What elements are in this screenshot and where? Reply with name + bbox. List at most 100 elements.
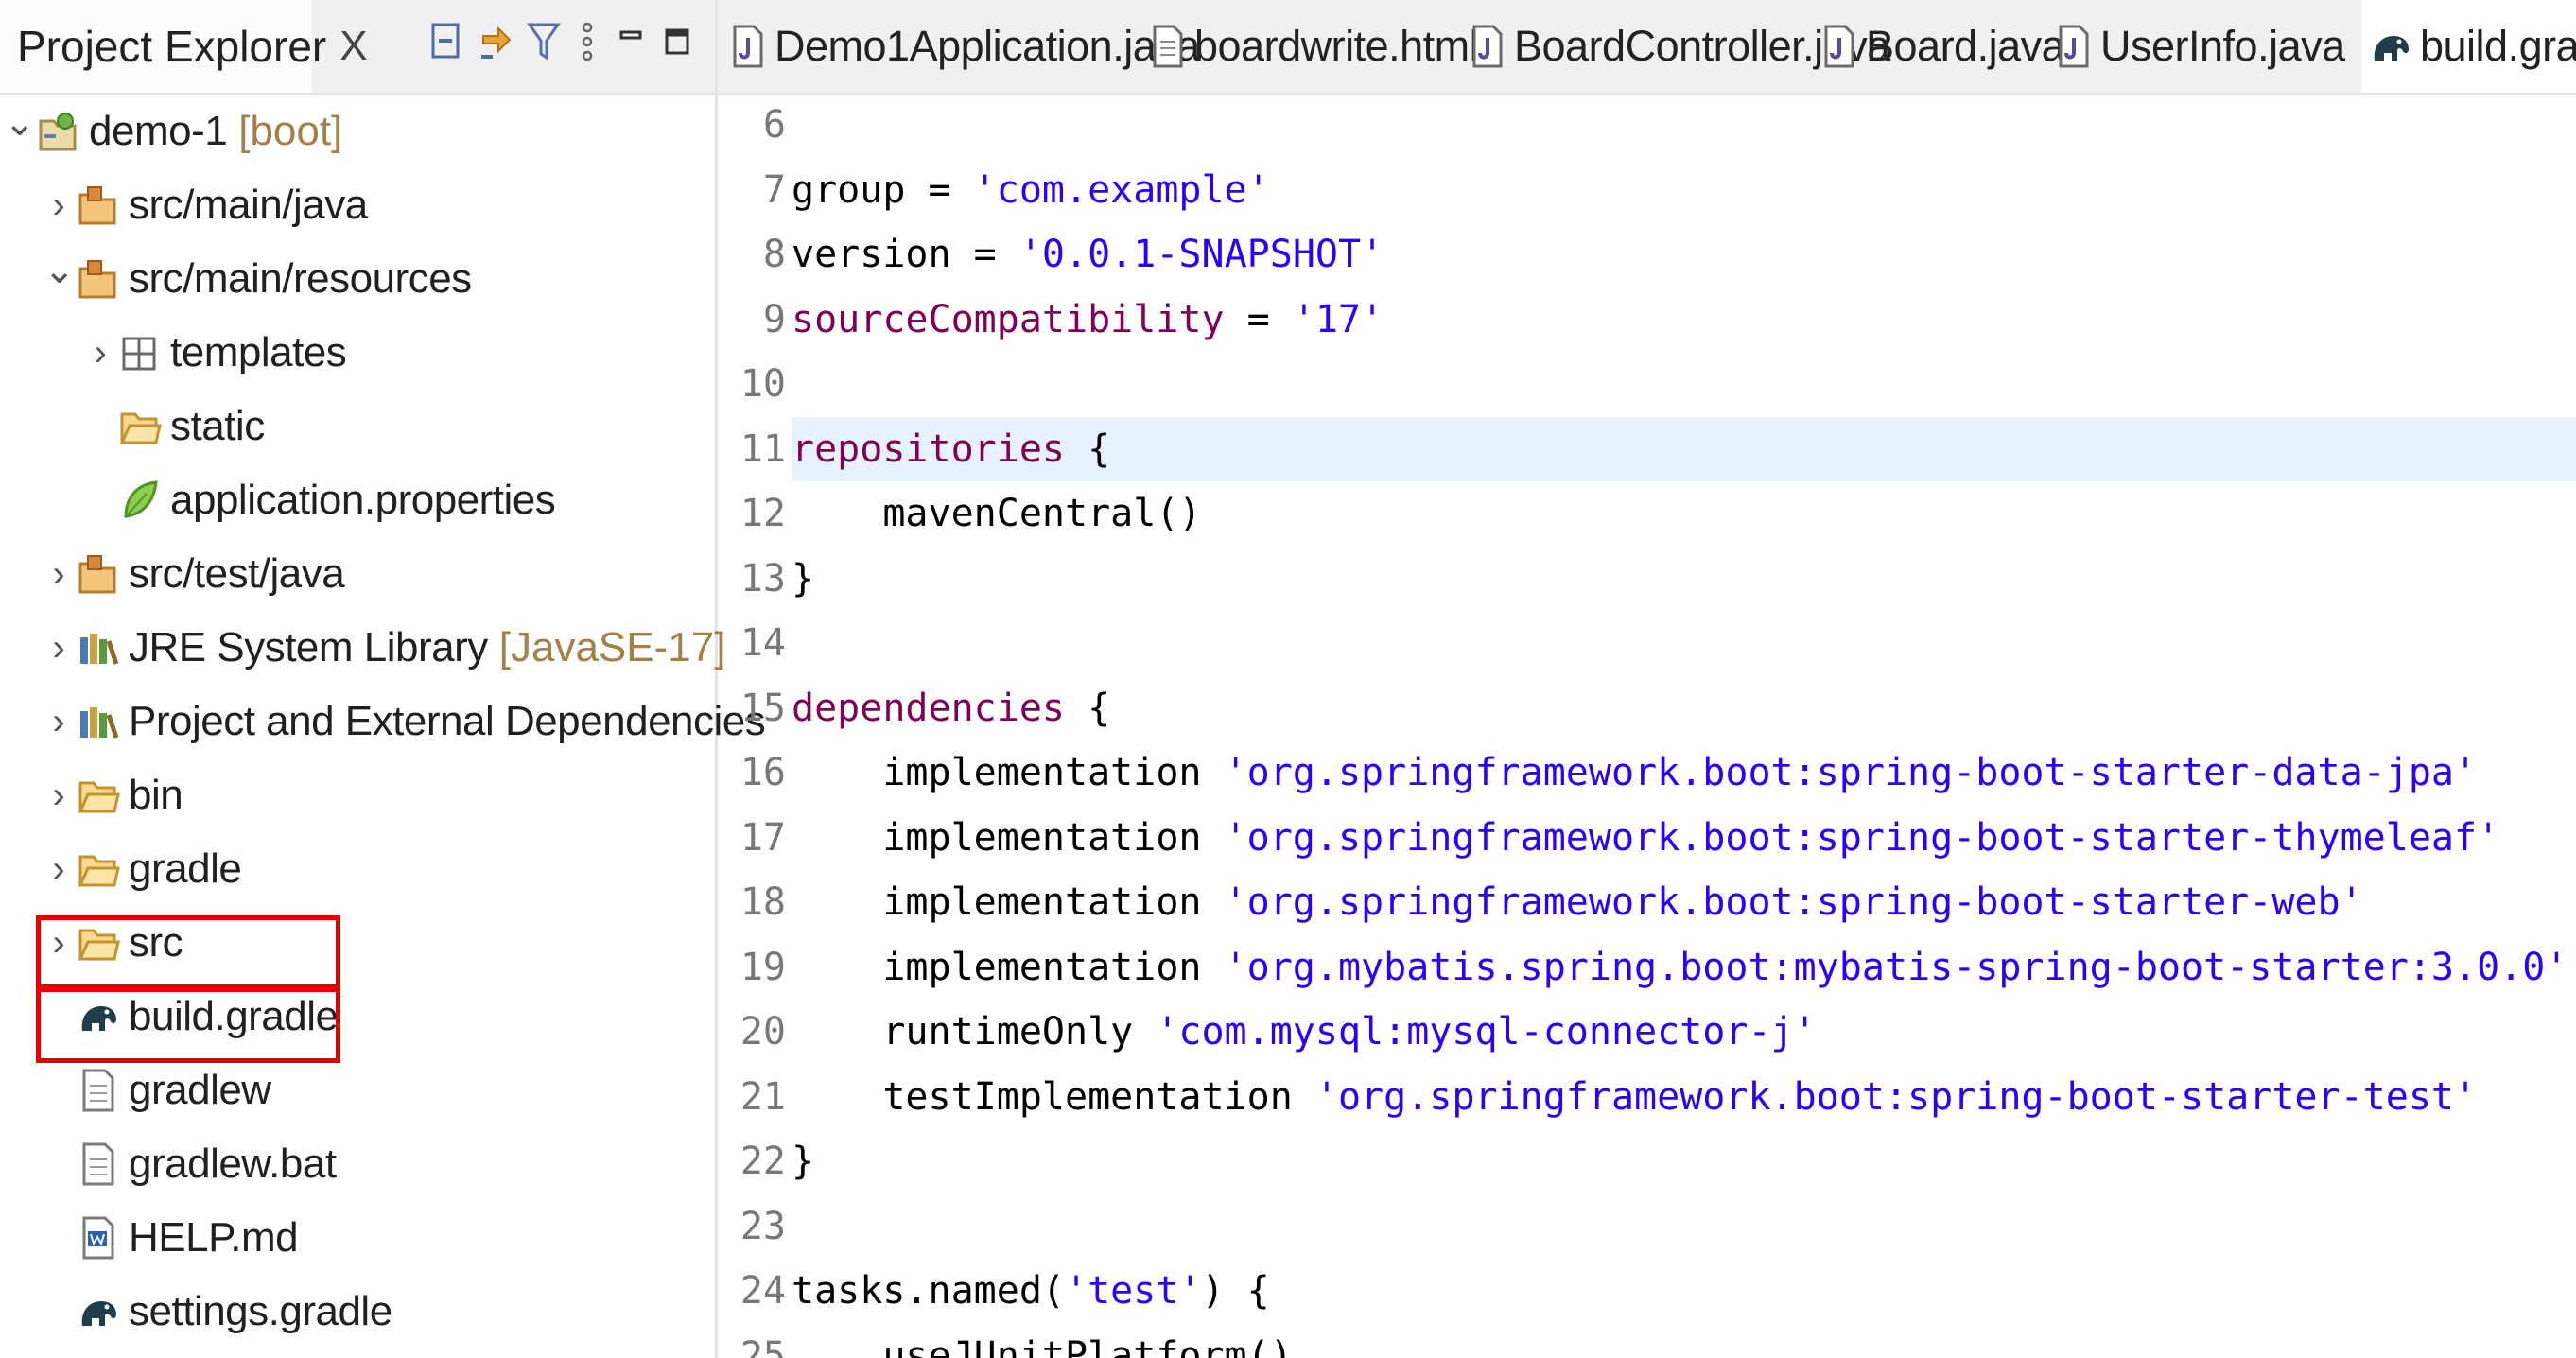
- tree-item[interactable]: HELP.md: [44, 1201, 299, 1275]
- code-line[interactable]: 8 version = '0.0.1-SNAPSHOT': [718, 222, 1384, 287]
- code-text: implementation: [792, 945, 1225, 989]
- code-editor[interactable]: 6 7 group = 'com.example' 8 version = '0.0.1…: [718, 93, 2576, 1358]
- minimize-icon[interactable]: [613, 13, 649, 70]
- properties-leaf-icon: [115, 474, 165, 527]
- line-number: 7: [762, 167, 786, 212]
- chevron-right-icon[interactable]: ›: [44, 553, 74, 596]
- editor-tab[interactable]: Demo1Application.java: [722, 0, 1200, 93]
- java-file-icon: [2055, 23, 2093, 70]
- java-file-icon: [1820, 23, 1858, 70]
- code-line[interactable]: 10: [718, 352, 792, 416]
- code-string: 'org.springframework.boot:spring-boot-st…: [1314, 1074, 2478, 1119]
- editor-tab[interactable]: UserInfo.java: [2047, 0, 2354, 93]
- code-text: group =: [792, 167, 974, 212]
- code-line[interactable]: 9 sourceCompatibility = '17': [718, 287, 1384, 352]
- tree-item[interactable]: ⌄ src/main/resources: [44, 242, 472, 316]
- code-line[interactable]: 22}: [718, 1129, 814, 1193]
- close-icon[interactable]: X: [339, 23, 367, 70]
- code-line[interactable]: 18 implementation 'org.springframework.b…: [718, 870, 2363, 934]
- editor-tab-label: Demo1Application.java: [775, 22, 1200, 70]
- code-string: 'com.example': [973, 167, 1270, 212]
- chevron-right-icon[interactable]: ›: [44, 775, 74, 817]
- project-icon: [34, 105, 83, 158]
- code-text: {: [1064, 686, 1111, 730]
- code-line[interactable]: 19 implementation 'org.mybatis.spring.bo…: [718, 935, 2568, 1000]
- chevron-down-icon[interactable]: ⌄: [4, 101, 36, 145]
- tree-item-label: HELP.md: [129, 1214, 299, 1261]
- line-number: 19: [740, 945, 786, 989]
- tree-item-label: bin: [129, 772, 183, 818]
- chevron-right-icon[interactable]: ›: [44, 627, 74, 670]
- highlight-box-src: [36, 915, 340, 989]
- editor-tab-label: boardwrite.html: [1194, 22, 1479, 70]
- view-menu-icon[interactable]: [571, 13, 603, 70]
- line-number: 14: [740, 621, 786, 665]
- code-line[interactable]: 16 implementation 'org.springframework.b…: [718, 740, 2477, 805]
- tree-item-label: static: [170, 403, 265, 449]
- html-file-icon: [1149, 23, 1187, 70]
- code-line[interactable]: 15 dependencies {: [718, 676, 1110, 740]
- code-text: implementation: [792, 751, 1225, 794]
- code-line[interactable]: 17 implementation 'org.springframework.b…: [718, 806, 2499, 870]
- tree-item[interactable]: › Project and External Dependencies: [44, 685, 765, 758]
- tree-item-label: gradlew.bat: [129, 1140, 337, 1187]
- tree-item-label: src/test/java: [129, 550, 345, 597]
- editor-tab[interactable]: build.gradle: [2361, 0, 2576, 93]
- code-line[interactable]: 14: [718, 611, 792, 675]
- library-icon: [74, 621, 123, 674]
- chevron-right-icon[interactable]: ›: [85, 332, 115, 374]
- tree-item[interactable]: › bin: [44, 758, 183, 832]
- line-number: 22: [740, 1140, 786, 1183]
- code-line[interactable]: 23: [718, 1194, 792, 1259]
- tree-item-label: application.properties: [170, 477, 556, 523]
- code-line[interactable]: 12 mavenCentral(): [718, 481, 1202, 546]
- code-line[interactable]: 25 useJUnitPlatform(): [718, 1324, 1293, 1358]
- link-with-editor-icon[interactable]: [473, 13, 520, 70]
- chevron-down-icon[interactable]: ⌄: [44, 249, 76, 292]
- highlight-box-build-gradle: [36, 987, 340, 1063]
- maximize-icon[interactable]: [658, 13, 696, 70]
- tree-item-label: src/main/java: [129, 182, 368, 228]
- tree-item[interactable]: › gradle: [44, 832, 241, 906]
- tree-item[interactable]: gradlew: [44, 1053, 271, 1127]
- source-folder-icon: [74, 548, 123, 601]
- code-text: {: [1064, 427, 1111, 471]
- tree-item[interactable]: › templates: [85, 316, 346, 390]
- gradle-elephant-icon: [2369, 23, 2412, 70]
- code-string: '0.0.1-SNAPSHOT': [1018, 233, 1384, 276]
- collapse-all-icon[interactable]: [424, 13, 469, 70]
- tree-item[interactable]: ⌄ demo-1 [boot]: [4, 95, 342, 168]
- chevron-right-icon[interactable]: ›: [44, 701, 74, 743]
- chevron-right-icon[interactable]: ›: [44, 184, 74, 227]
- code-string: 'org.mybatis.spring.boot:mybatis-spring-…: [1224, 945, 2568, 989]
- tree-item[interactable]: › JRE System Library [JavaSE-17]: [44, 611, 725, 685]
- tree-item[interactable]: › src/test/java: [44, 537, 344, 611]
- line-number: 6: [762, 103, 786, 147]
- editor-tab[interactable]: Board.java: [1813, 0, 2065, 93]
- tree-item[interactable]: gradlew.bat: [44, 1127, 337, 1201]
- code-line[interactable]: 20 runtimeOnly 'com.mysql:mysql-connecto…: [718, 1000, 1817, 1064]
- code-string: 'org.springframework.boot:spring-boot-st…: [1224, 815, 2500, 860]
- code-text: runtimeOnly: [792, 1010, 1157, 1053]
- line-number: 11: [740, 427, 786, 471]
- tree-item[interactable]: › src/main/java: [44, 168, 368, 242]
- code-line[interactable]: 13}: [718, 547, 814, 611]
- tree-item[interactable]: application.properties: [85, 463, 556, 537]
- tree-item[interactable]: settings.gradle: [44, 1275, 392, 1349]
- tree-item[interactable]: static: [85, 390, 265, 463]
- line-number: 20: [740, 1010, 786, 1053]
- filter-icon[interactable]: [522, 13, 566, 70]
- editor-tab[interactable]: boardwrite.html: [1141, 0, 1479, 93]
- code-line[interactable]: 11 repositories {: [718, 417, 1110, 481]
- code-line[interactable]: 6: [718, 93, 792, 157]
- chevron-right-icon[interactable]: ›: [44, 848, 74, 891]
- project-explorer-header: Project Explorer X: [0, 0, 715, 95]
- editor-tab[interactable]: BoardController.java: [1461, 0, 1890, 93]
- code-line[interactable]: 21 testImplementation 'org.springframewo…: [718, 1065, 2477, 1129]
- line-number: 13: [740, 556, 786, 601]
- code-keyword: repositories: [792, 427, 1065, 471]
- line-number: 18: [740, 880, 786, 924]
- code-line[interactable]: 24 tasks.named('test') {: [718, 1259, 1270, 1323]
- code-line[interactable]: 7 group = 'com.example': [718, 158, 1270, 222]
- tab-project-explorer[interactable]: Project Explorer X: [0, 0, 368, 93]
